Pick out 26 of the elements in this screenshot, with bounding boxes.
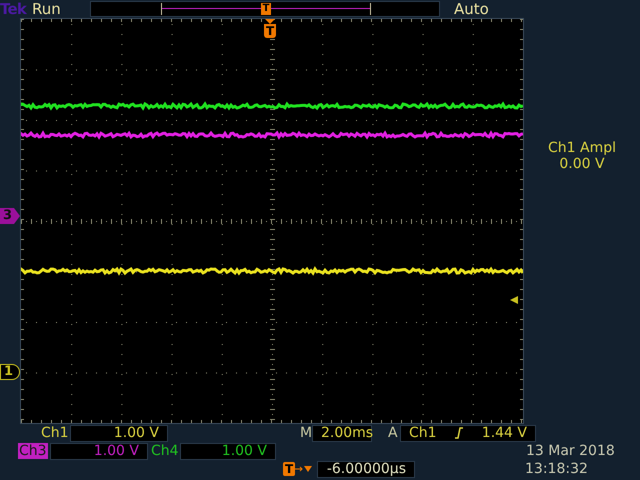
trigger-position-marker: T bbox=[260, 3, 272, 15]
measurement-label: Ch1 Ampl bbox=[548, 140, 616, 156]
arrow-icon bbox=[295, 464, 314, 474]
position-field: -6.00000µs bbox=[317, 460, 415, 478]
channel-marker: 3 bbox=[0, 208, 20, 224]
brand-logo: Tek bbox=[0, 0, 28, 18]
rising-edge-icon bbox=[454, 427, 464, 439]
channel-scale-field: 1.00 V bbox=[50, 442, 148, 460]
measurement-value: 0.00 V bbox=[559, 156, 605, 172]
trigger-level-arrow bbox=[510, 296, 518, 304]
trigger-level: 1.44 V bbox=[482, 426, 527, 440]
time-text: 13:18:32 bbox=[525, 460, 588, 478]
timebase-prefix: M bbox=[300, 424, 312, 442]
acquisition-status: Run bbox=[32, 0, 62, 20]
date-text: 13 Mar 2018 bbox=[526, 442, 615, 460]
trigger-mode: Auto bbox=[454, 0, 489, 20]
timebase-field: 2.00ms bbox=[312, 424, 372, 442]
channel-label: Ch3 bbox=[18, 442, 48, 458]
triangle-icon bbox=[265, 19, 276, 24]
channel-label: Ch1 bbox=[40, 424, 70, 440]
trigger-source: Ch1 bbox=[409, 426, 437, 440]
channel-scale-field: 1.00 V bbox=[70, 424, 168, 442]
channel-scale-field: 1.00 V bbox=[180, 442, 276, 460]
channel-marker: 1 bbox=[0, 364, 20, 380]
trigger-prefix: A bbox=[388, 424, 399, 442]
channel-label: Ch4 bbox=[150, 442, 180, 458]
